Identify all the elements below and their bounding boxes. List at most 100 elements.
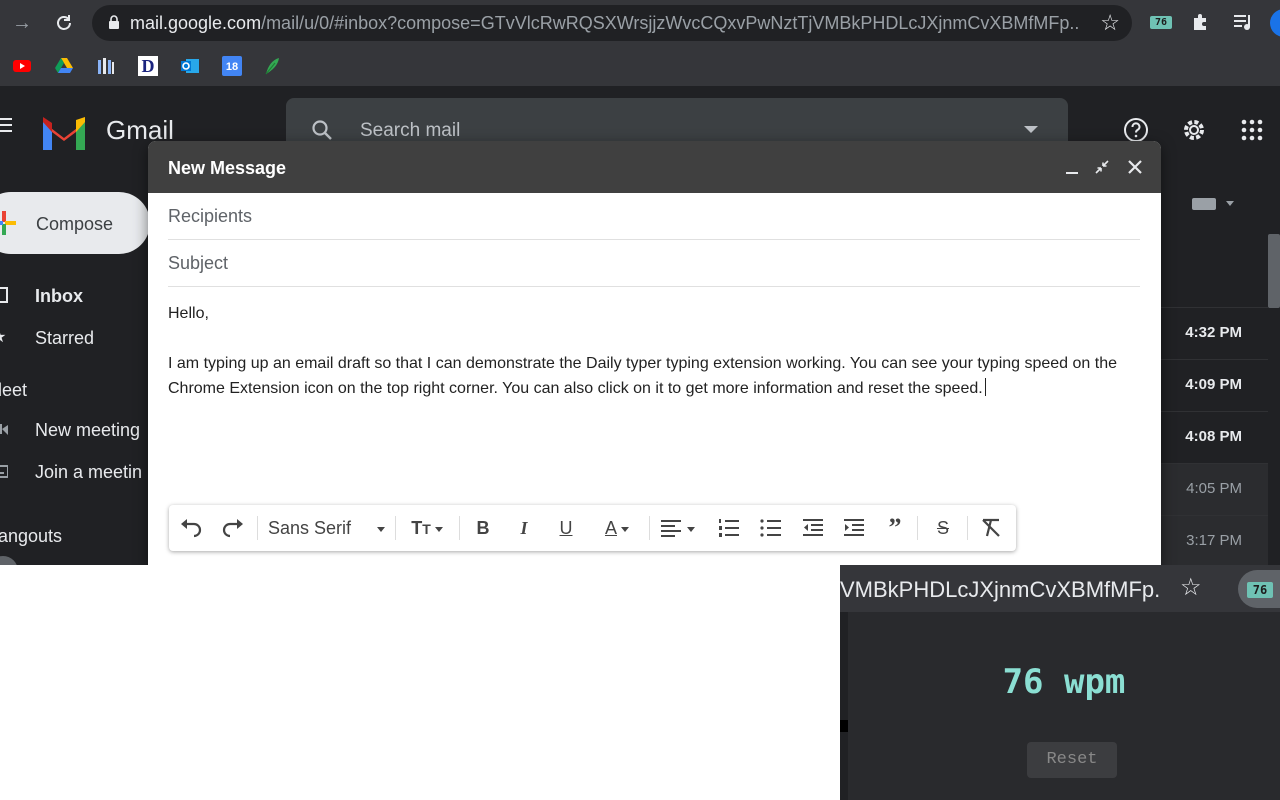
align-icon[interactable]	[659, 516, 701, 540]
sidebar-item-join-meeting[interactable]: Join a meetin	[0, 452, 160, 492]
chevron-down-icon	[434, 526, 443, 532]
indent-less-icon[interactable]	[801, 516, 825, 540]
message-body[interactable]: Hello, I am typing up an email draft so …	[168, 301, 1140, 401]
mail-time: 4:32 PM	[1185, 324, 1242, 341]
minimize-icon[interactable]	[1066, 172, 1078, 174]
mail-time: 4:05 PM	[1186, 480, 1242, 497]
text-cursor	[984, 378, 986, 396]
star-icon: ★	[0, 327, 8, 346]
youtube-icon[interactable]	[12, 56, 32, 76]
subject-field[interactable]: Subject	[168, 240, 1140, 287]
bookmark-star-icon[interactable]: ☆	[1100, 10, 1120, 36]
popup-extension-badge: 76	[1247, 582, 1273, 598]
sidebar-item-label: Starred	[35, 328, 95, 348]
toolbar-divider	[459, 516, 460, 540]
input-tools-caret-icon[interactable]	[1226, 201, 1234, 206]
scrollbar[interactable]	[1268, 234, 1280, 308]
chevron-down-icon	[621, 526, 629, 532]
body-greeting: Hello,	[168, 305, 209, 322]
font-size-icon[interactable]: TT	[405, 516, 449, 540]
mail-row[interactable]: 4:32 PM	[1160, 307, 1268, 359]
bulleted-list-icon[interactable]	[759, 516, 783, 540]
forward-icon[interactable]: →	[8, 9, 36, 37]
close-icon[interactable]	[1126, 158, 1144, 176]
mail-row[interactable]: 4:09 PM	[1160, 359, 1268, 411]
toolbar-divider	[395, 516, 396, 540]
typing-extension-badge[interactable]: 76	[1150, 16, 1172, 29]
gmail-logo-icon	[43, 117, 85, 150]
mail-time: 4:08 PM	[1185, 428, 1242, 445]
recipients-field[interactable]: Recipients	[168, 193, 1140, 240]
compose-header[interactable]: New Message	[148, 141, 1161, 193]
toolbar-divider	[917, 516, 918, 540]
typing-extension-popup: VMBkPHDLcJXjnmCvXBMfMFp... ☆ 76 76 wpm R…	[840, 565, 1280, 800]
extensions-puzzle-icon[interactable]	[1190, 11, 1212, 33]
reload-icon[interactable]	[50, 9, 78, 37]
subject-placeholder: Subject	[168, 253, 229, 273]
sidebar-item-label: Join a meetin	[35, 462, 143, 482]
toolbar-divider	[967, 516, 968, 540]
compose-dialog: New Message Recipients Subject Hello, I …	[148, 141, 1161, 565]
font-family-select[interactable]: Sans Serif	[268, 516, 388, 540]
reset-button[interactable]: Reset	[1027, 742, 1117, 778]
toolbar-divider	[649, 516, 650, 540]
strikethrough-icon[interactable]: S	[931, 516, 955, 540]
search-input[interactable]: Search mail	[360, 120, 460, 142]
media-queue-icon[interactable]	[1232, 11, 1254, 33]
outlook-icon[interactable]	[180, 56, 200, 76]
underline-icon[interactable]: U	[554, 516, 578, 540]
d-icon[interactable]: D	[138, 56, 158, 76]
url-text[interactable]: mail.google.com/mail/u/0/#inbox?compose=…	[130, 13, 1078, 33]
url-domain: mail.google.com	[130, 13, 262, 33]
hangouts-avatar[interactable]	[0, 556, 18, 565]
lock-icon	[109, 15, 119, 29]
google-drive-icon[interactable]	[54, 56, 74, 76]
exit-fullscreen-icon[interactable]	[1094, 159, 1110, 175]
inbox-icon	[0, 287, 8, 303]
compose-plus-icon	[0, 211, 16, 235]
keyboard-icon	[0, 465, 8, 478]
sidebar-item-new-meeting[interactable]: New meeting	[0, 410, 160, 450]
meet-heading: leet	[0, 380, 28, 400]
undo-icon[interactable]	[179, 516, 205, 540]
omnibox[interactable]: mail.google.com/mail/u/0/#inbox?compose=…	[92, 5, 1132, 41]
main-menu-icon[interactable]	[0, 118, 12, 136]
quote-icon[interactable]: ”	[883, 515, 907, 541]
search-icon[interactable]	[310, 118, 334, 142]
mail-row[interactable]: 4:05 PM	[1160, 463, 1268, 515]
compose-button[interactable]: Compose	[0, 192, 150, 254]
help-icon[interactable]	[1122, 116, 1150, 144]
body-text: I am typing up an email draft so that I …	[168, 355, 1118, 397]
settings-gear-icon[interactable]	[1180, 116, 1208, 144]
input-tools-keyboard-icon[interactable]	[1192, 198, 1216, 210]
sidebar-item-starred[interactable]: ★ Starred	[0, 318, 160, 358]
remove-formatting-icon[interactable]	[979, 516, 1003, 540]
profile-avatar[interactable]	[1270, 9, 1280, 37]
redo-icon[interactable]	[219, 516, 245, 540]
mail-row[interactable]: 3:17 PM	[1160, 515, 1268, 565]
feather-icon[interactable]	[262, 56, 282, 76]
apps-grid-icon[interactable]	[1238, 116, 1266, 144]
video-camera-icon	[0, 424, 8, 435]
italic-icon[interactable]: I	[512, 516, 536, 540]
font-family-value: Sans Serif	[268, 518, 352, 538]
sidebar-item-inbox[interactable]: Inbox	[0, 276, 160, 316]
library-icon[interactable]	[96, 56, 116, 76]
bookmark-star-icon[interactable]: ☆	[1180, 573, 1202, 602]
recipients-placeholder: Recipients	[168, 206, 253, 226]
url-path: /mail/u/0/#inbox?compose=GTvVlcRwRQSXWrs…	[261, 13, 1078, 33]
mail-row[interactable]: 4:08 PM	[1160, 411, 1268, 463]
popup-panel: 76 wpm Reset	[848, 612, 1280, 800]
formatting-toolbar: Sans Serif TT B I U A ” S	[169, 505, 1016, 551]
search-options-caret-icon[interactable]	[1024, 126, 1038, 133]
mail-time: 4:09 PM	[1185, 376, 1242, 393]
edge-mark	[840, 720, 848, 732]
numbered-list-icon[interactable]	[717, 516, 741, 540]
text-color-icon[interactable]: A	[595, 516, 639, 540]
indent-more-icon[interactable]	[842, 516, 866, 540]
extension-button[interactable]: 76	[1238, 570, 1280, 608]
bold-icon[interactable]: B	[471, 516, 495, 540]
popup-url-fragment: VMBkPHDLcJXjnmCvXBMfMFp...	[840, 577, 1160, 602]
calendar-icon[interactable]: 18	[222, 56, 242, 76]
bookmarks-bar: D 18	[0, 46, 1280, 86]
